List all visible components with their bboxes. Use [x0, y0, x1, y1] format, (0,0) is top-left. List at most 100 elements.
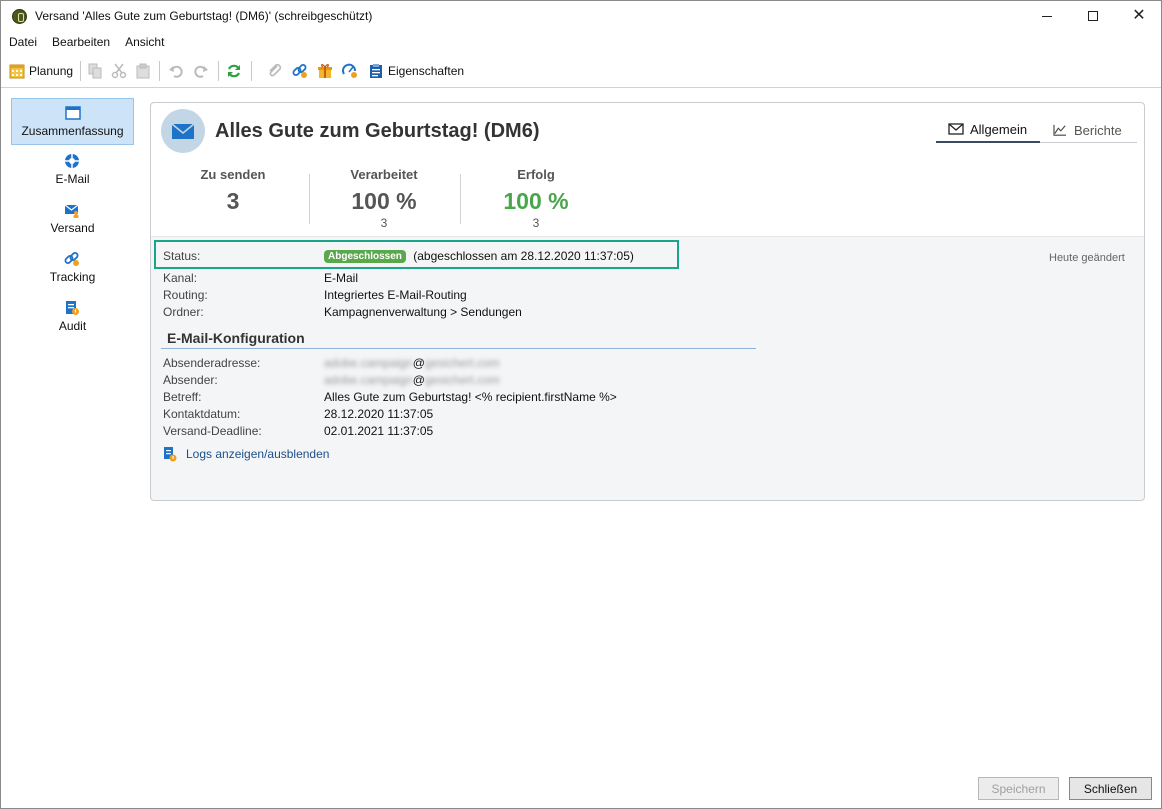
nav-item-audit[interactable]: Audit [11, 294, 134, 341]
page-title: Alles Gute zum Geburtstag! (DM6) [215, 120, 540, 142]
link-icon [64, 252, 79, 266]
nav-item-zusammenfassung[interactable]: Zusammenfassung [11, 98, 134, 145]
minimize-button[interactable] [1024, 1, 1070, 31]
close-window-button[interactable]: ✕ [1116, 1, 1162, 31]
eigenschaften-label: Eigenschaften [388, 64, 465, 78]
properties-icon [370, 64, 382, 78]
stat-label: Erfolg [517, 167, 555, 182]
menu-datei[interactable]: Datei [1, 32, 44, 52]
nav-item-email[interactable]: E-Mail [11, 147, 134, 194]
audit-icon [164, 447, 177, 462]
title-bar: Versand 'Alles Gute zum Geburtstag! (DM6… [1, 1, 1161, 32]
nav-label: Tracking [49, 270, 96, 284]
link-icon [292, 64, 307, 78]
status-text: (abgeschlossen am 28.12.2020 11:37:05) [413, 249, 634, 263]
routing-value: Integriertes E-Mail-Routing [324, 288, 467, 302]
envelope-icon [948, 123, 964, 135]
betreff-label: Betreff: [163, 390, 202, 404]
absender-value: adobe.campaign@gesichert.com [324, 373, 500, 387]
deadline-value: 02.01.2021 11:37:05 [324, 424, 434, 438]
delivery-avatar [161, 109, 205, 153]
attachment-button[interactable] [267, 62, 283, 80]
scissors-icon [111, 63, 127, 79]
nav-label: E-Mail [55, 172, 90, 186]
at-sign: @ [412, 373, 425, 387]
betreff-value: Alles Gute zum Geburtstag! <% recipient.… [324, 390, 617, 404]
section-title: E-Mail-Konfiguration [167, 330, 305, 346]
redo-button[interactable] [193, 62, 209, 80]
redo-icon [194, 65, 208, 78]
save-button[interactable]: Speichern [978, 777, 1059, 800]
last-modified: Heute geändert [1049, 252, 1125, 264]
eigenschaften-button[interactable]: Eigenschaften [368, 62, 464, 80]
audit-icon [66, 301, 79, 315]
envelope-person-icon [64, 204, 79, 218]
stat-label: Verarbeitet [350, 167, 418, 182]
stat-sub: 3 [380, 216, 388, 230]
maximize-icon [1088, 11, 1098, 21]
calendar-icon [9, 64, 25, 79]
window: Versand 'Alles Gute zum Geburtstag! (DM6… [0, 0, 1162, 809]
kontaktdatum-value: 28.12.2020 11:37:05 [324, 407, 434, 421]
maximize-button[interactable] [1070, 1, 1116, 31]
nav-item-tracking[interactable]: Tracking [11, 245, 134, 292]
delivery-settings-button[interactable] [342, 62, 358, 80]
status-badge: Abgeschlossen [324, 250, 406, 263]
paste-button[interactable] [135, 62, 151, 80]
toolbar-separator [218, 61, 219, 81]
tab-bar: Allgemein Berichte [936, 117, 1137, 143]
lifebuoy-icon [65, 154, 79, 168]
tracking-link-button[interactable] [292, 62, 308, 80]
tab-berichte[interactable]: Berichte [1040, 117, 1137, 143]
envelope-icon [171, 123, 195, 139]
stat-sub: 3 [532, 216, 540, 230]
window-icon [65, 106, 81, 120]
toolbar-separator [251, 61, 252, 81]
paperclip-icon [269, 63, 282, 77]
menu-ansicht[interactable]: Ansicht [117, 32, 171, 52]
save-label: Speichern [991, 781, 1046, 796]
minimize-icon [1042, 15, 1052, 17]
planung-label: Planung [29, 64, 74, 78]
stat-zu-senden: Zu senden 3 [158, 167, 308, 215]
ordner-value: Kampagnenverwaltung > Sendungen [324, 305, 522, 319]
status-label: Status: [163, 249, 201, 263]
cut-button[interactable] [111, 62, 127, 80]
close-button[interactable]: Schließen [1069, 777, 1152, 800]
logs-toggle-link[interactable]: Logs anzeigen/ausblenden [163, 446, 329, 462]
nav-label: Audit [58, 319, 87, 333]
toolbar-separator [159, 61, 160, 81]
stat-value: 100 % [351, 188, 417, 214]
undo-button[interactable] [168, 62, 184, 80]
close-label: Schließen [1083, 781, 1138, 796]
summary-panel: Alles Gute zum Geburtstag! (DM6) Allgeme… [150, 102, 1145, 501]
blurred-text: gesichert.com [424, 373, 500, 387]
left-nav: Zusammenfassung E-Mail Versand Tracking … [1, 89, 143, 809]
stat-value: 100 % [503, 188, 569, 214]
menu-bearbeiten[interactable]: Bearbeiten [44, 32, 117, 52]
nav-label: Versand [50, 221, 95, 235]
stat-erfolg: Erfolg 100 % 3 [461, 167, 611, 230]
nav-label: Zusammenfassung [21, 124, 124, 138]
nav-item-versand[interactable]: Versand [11, 196, 134, 243]
refresh-button[interactable] [226, 62, 242, 80]
at-sign: @ [412, 356, 425, 370]
undo-icon [169, 65, 183, 78]
stats-bar: Zu senden 3 Verarbeitet 100 % 3 Erfolg 1… [151, 159, 1144, 237]
deadline-label: Versand-Deadline: [163, 424, 262, 438]
copy-icon [88, 63, 102, 79]
gift-button[interactable] [317, 62, 333, 80]
section-divider [161, 348, 756, 349]
planung-button[interactable]: Planung [9, 62, 73, 80]
dashboard-gear-icon [342, 63, 357, 78]
stat-verarbeitet: Verarbeitet 100 % 3 [309, 167, 459, 230]
logs-link-label: Logs anzeigen/ausblenden [186, 447, 330, 461]
app-icon [12, 9, 27, 24]
kanal-label: Kanal: [163, 271, 198, 285]
stat-value: 3 [226, 188, 240, 214]
window-title: Versand 'Alles Gute zum Geburtstag! (DM6… [35, 9, 373, 23]
ordner-label: Ordner: [163, 305, 204, 319]
tab-allgemein[interactable]: Allgemein [936, 117, 1040, 143]
refresh-icon [228, 64, 240, 78]
copy-button[interactable] [87, 62, 103, 80]
